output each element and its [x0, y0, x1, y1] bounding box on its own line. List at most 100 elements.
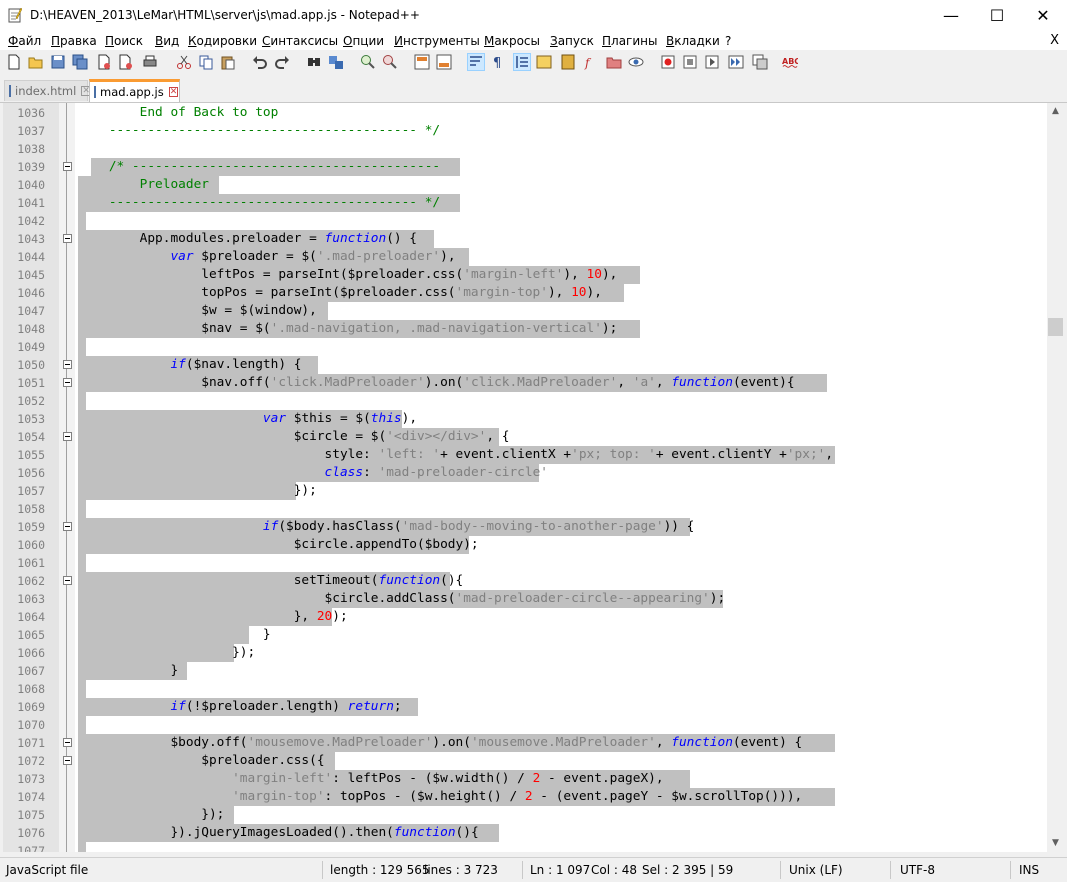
zoom-in-icon[interactable]: [360, 54, 376, 70]
menu-encoding[interactable]: Кодировки: [188, 34, 257, 48]
code-line: 1049: [3, 338, 1047, 356]
fold-toggle-icon[interactable]: [63, 162, 72, 171]
menu-view[interactable]: Вид: [155, 34, 179, 48]
menu-tools[interactable]: Инструменты: [394, 34, 480, 48]
menu-edit[interactable]: Правка: [51, 34, 97, 48]
spell-check-icon[interactable]: ABC: [782, 54, 798, 70]
code-line: 1077: [3, 842, 1047, 852]
status-encoding: UTF-8: [900, 863, 935, 877]
code-line: 1037 -----------------------------------…: [17, 123, 441, 138]
menu-run[interactable]: Запуск: [550, 34, 594, 48]
tab-bar: index.html ✕ mad.app.js ✕: [0, 78, 1067, 103]
selection-highlight: [78, 716, 86, 734]
fold-toggle-icon[interactable]: [63, 360, 72, 369]
file-icon: [94, 86, 96, 98]
tab-index-html[interactable]: index.html ✕: [4, 80, 91, 101]
menu-syntax[interactable]: Синтаксисы: [262, 34, 338, 48]
minimize-button[interactable]: —: [928, 0, 974, 31]
close-window-button[interactable]: ✕: [1020, 0, 1066, 31]
udl-icon[interactable]: [536, 54, 552, 70]
svg-text:ABC: ABC: [782, 57, 798, 66]
find-icon[interactable]: [306, 54, 322, 70]
print-icon[interactable]: [142, 54, 158, 70]
stop-macro-icon[interactable]: [682, 54, 698, 70]
code-line: 1066 });: [17, 644, 256, 662]
close-tab-icon[interactable]: ✕: [168, 87, 179, 97]
code-line: 1069 if(!$preloader.length) return;: [3, 698, 1047, 716]
monitoring-icon[interactable]: [628, 54, 644, 70]
indent-guide-icon[interactable]: [513, 53, 531, 71]
svg-text:f: f: [584, 56, 592, 70]
menu-options[interactable]: Опции: [343, 34, 384, 48]
close-document-button[interactable]: X: [1050, 33, 1059, 48]
close-all-icon[interactable]: [118, 54, 134, 70]
code-line: 1075 });: [3, 806, 1047, 824]
menu-tabs[interactable]: Вкладки: [666, 34, 720, 48]
fold-toggle-icon[interactable]: [63, 522, 72, 531]
new-file-icon[interactable]: [6, 54, 22, 70]
selection-highlight: [78, 554, 86, 572]
minimize-icon: —: [943, 6, 959, 25]
code-line: 1039 /* --------------------------------…: [3, 158, 1047, 176]
record-macro-icon[interactable]: [660, 54, 676, 70]
tab-mad-app-js[interactable]: mad.app.js ✕: [89, 79, 180, 102]
code-line: 1056 class: 'mad-preloader-circle': [17, 464, 548, 482]
open-file-icon[interactable]: [28, 54, 44, 70]
code-line: 1063 $circle.addClass('mad-preloader-cir…: [17, 590, 726, 608]
replace-icon[interactable]: [328, 54, 344, 70]
folder-workspace-icon[interactable]: [606, 54, 622, 70]
status-line-number: Ln : 1 097: [530, 863, 591, 877]
fold-toggle-icon[interactable]: [63, 378, 72, 387]
sync-horizontal-icon[interactable]: [436, 54, 452, 70]
save-macro-icon[interactable]: [752, 54, 768, 70]
menu-macros[interactable]: Макросы: [484, 34, 540, 48]
title-bar: D:\HEAVEN_2013\LeMar\HTML\server\js\mad.…: [0, 0, 1067, 31]
close-file-icon[interactable]: [96, 54, 112, 70]
run-macro-multiple-icon[interactable]: [728, 54, 744, 70]
fold-toggle-icon[interactable]: [63, 234, 72, 243]
menu-search[interactable]: Поиск: [105, 34, 143, 48]
notepad-plus-plus-icon: [8, 7, 22, 23]
cut-icon[interactable]: [176, 54, 192, 70]
code-line: 1041 -----------------------------------…: [3, 194, 1047, 212]
fold-toggle-icon[interactable]: [63, 738, 72, 747]
zoom-out-icon[interactable]: [382, 54, 398, 70]
scrollbar-thumb[interactable]: [1048, 318, 1063, 336]
scroll-up-icon[interactable]: ▲: [1047, 103, 1064, 120]
play-macro-icon[interactable]: [704, 54, 720, 70]
function-list-icon[interactable]: f: [582, 54, 598, 70]
code-line: 1055 style: 'left: '+ event.clientX +'px…: [17, 446, 835, 464]
code-line: 1048 $nav = $('.mad-navigation, .mad-nav…: [3, 320, 1047, 338]
sync-vertical-icon[interactable]: [414, 54, 430, 70]
fold-toggle-icon[interactable]: [63, 756, 72, 765]
undo-icon[interactable]: [252, 54, 268, 70]
code-line: 1062 setTimeout(function(){: [17, 572, 464, 590]
redo-icon[interactable]: [274, 54, 290, 70]
scroll-down-icon[interactable]: ▼: [1047, 835, 1064, 852]
code-line: 1067 }: [3, 662, 1047, 680]
save-all-icon[interactable]: [72, 54, 88, 70]
fold-toggle-icon[interactable]: [63, 432, 72, 441]
word-wrap-icon[interactable]: [467, 53, 485, 71]
code-line: 1064 }, 20);: [17, 608, 348, 626]
copy-icon[interactable]: [198, 54, 214, 70]
toolbar: ¶ f ABC: [0, 50, 1067, 76]
selection-highlight: [78, 338, 86, 356]
paste-icon[interactable]: [220, 54, 236, 70]
status-selection: Sel : 2 395 | 59: [642, 863, 734, 877]
save-icon[interactable]: [50, 54, 66, 70]
code-editor[interactable]: 1036 End of Back to top 1037 -----------…: [3, 103, 1047, 852]
tab-label: mad.app.js: [100, 85, 164, 99]
status-bar: JavaScript file length : 129 565 lines :…: [0, 857, 1067, 882]
code-line: 1068: [3, 680, 1047, 698]
fold-toggle-icon[interactable]: [63, 576, 72, 585]
code-line: 1051 $nav.off('click.MadPreloader').on('…: [3, 374, 1047, 392]
maximize-button[interactable]: ☐: [974, 0, 1020, 31]
menu-plugins[interactable]: Плагины: [602, 34, 657, 48]
code-line: 1052: [3, 392, 1047, 410]
menu-help[interactable]: ?: [725, 34, 731, 48]
show-all-chars-icon[interactable]: ¶: [490, 54, 506, 70]
menu-file[interactable]: Файл: [8, 34, 41, 48]
doc-map-icon[interactable]: [560, 54, 576, 70]
vertical-scrollbar[interactable]: ▲ ▼: [1047, 103, 1064, 852]
